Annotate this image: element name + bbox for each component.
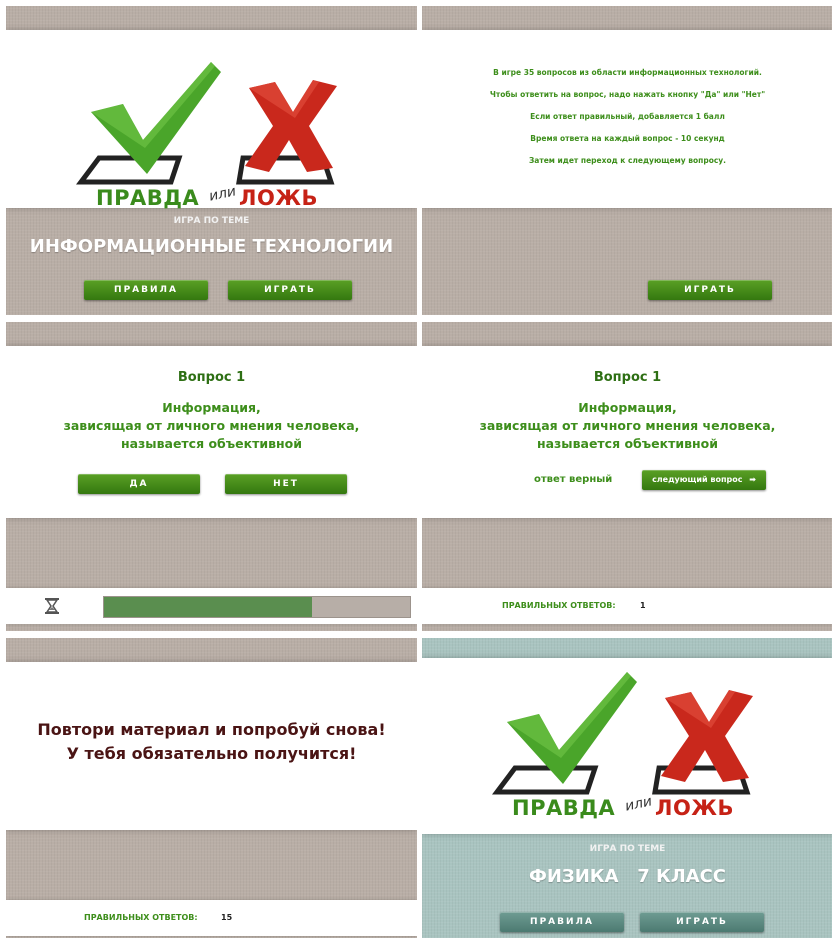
retry-message-line-2: У тебя обязательно получится! — [66, 744, 357, 763]
question-line-3: называется объективной — [536, 436, 719, 451]
arrow-right-icon: ➡ — [749, 475, 756, 484]
slide-title-it: ПРАВДА или ЛОЖЬ ИГРА ПО ТЕМЕ ИНФОРМАЦИОН… — [6, 6, 417, 315]
play-button[interactable]: ИГРАТЬ — [228, 280, 352, 300]
slide-result: Повтори материал и попробуй снова! У теб… — [6, 638, 417, 938]
play-button[interactable]: ИГРАТЬ — [640, 912, 764, 932]
rule-line-3: Если ответ правильный, добавляется 1 бал… — [530, 112, 725, 121]
game-subtitle: ИГРА ПО ТЕМЕ — [589, 844, 666, 854]
question-line-1: Информация, — [578, 400, 677, 415]
rules-panel: В игре 35 вопросов из области информацио… — [422, 30, 832, 208]
slide-question: Вопрос 1 Информация, зависящая от личног… — [6, 322, 417, 631]
logo-panel: ПРАВДА или ЛОЖЬ — [6, 30, 417, 210]
game-title: ФИЗИКА 7 КЛАСС — [528, 866, 726, 887]
slide-rules: В игре 35 вопросов из области информацио… — [422, 6, 832, 315]
timer-bar — [103, 596, 411, 618]
rule-line-4: Время ответа на каждый вопрос - 10 секун… — [530, 134, 725, 143]
question-line-1: Информация, — [162, 400, 261, 415]
logo-word-false: ЛОЖЬ — [655, 796, 735, 820]
logo-word-true: ПРАВДА — [512, 796, 616, 820]
logo-graphic — [492, 672, 753, 795]
answer-panel: Вопрос 1 Информация, зависящая от личног… — [422, 346, 832, 518]
score-strip: ПРАВИЛЬНЫХ ОТВЕТОВ: 1 — [422, 588, 832, 624]
yes-button[interactable]: ДА — [78, 474, 200, 494]
score-strip: ПРАВИЛЬНЫХ ОТВЕТОВ: 15 — [6, 900, 417, 936]
hourglass-icon — [45, 598, 59, 614]
rule-line-2: Чтобы ответить на вопрос, надо нажать кн… — [489, 90, 766, 99]
logo: ПРАВДА или ЛОЖЬ — [61, 54, 361, 224]
checkbox-left — [76, 155, 183, 185]
question-line-3: называется объективной — [120, 436, 303, 451]
retry-message-line-1: Повтори материал и попробуй снова! — [37, 720, 386, 739]
correct-answers-value: 1 — [640, 601, 646, 610]
rule-line-5: Затем идет переход к следующему вопросу. — [528, 156, 727, 165]
timer-bar-fill — [104, 597, 313, 617]
result-panel: Повтори материал и попробуй снова! У теб… — [6, 662, 417, 830]
question-line-2: зависящая от личного мнения человека, — [63, 418, 360, 433]
logo-word-false: ЛОЖЬ — [239, 186, 319, 210]
game-subtitle: ИГРА ПО ТЕМЕ — [173, 216, 250, 226]
slide-answer: Вопрос 1 Информация, зависящая от личног… — [422, 322, 832, 631]
question-title: Вопрос 1 — [177, 370, 246, 385]
correct-answers-value: 15 — [221, 913, 233, 922]
game-title: ИНФОРМАЦИОННЫЕ ТЕХНОЛОГИИ — [29, 236, 394, 257]
logo: ПРАВДА или ЛОЖЬ — [477, 664, 777, 834]
question-panel: Вопрос 1 Информация, зависящая от личног… — [6, 346, 417, 518]
no-button[interactable]: НЕТ — [225, 474, 347, 494]
timer-strip — [6, 588, 417, 624]
rules-button[interactable]: ПРАВИЛА — [500, 912, 624, 932]
logo-panel: ПРАВДА или ЛОЖЬ — [422, 658, 832, 834]
rules-button[interactable]: ПРАВИЛА — [84, 280, 208, 300]
answer-status: ответ верный — [534, 474, 613, 485]
correct-answers-label: ПРАВИЛЬНЫХ ОТВЕТОВ: — [84, 913, 198, 922]
rule-line-1: В игре 35 вопросов из области информацио… — [493, 68, 762, 77]
next-question-button[interactable]: следующий вопрос ➡ — [642, 470, 766, 490]
play-button[interactable]: ИГРАТЬ — [648, 280, 772, 300]
next-question-label: следующий вопрос — [652, 475, 743, 484]
slide-title-physics: ПРАВДА или ЛОЖЬ ИГРА ПО ТЕМЕ ФИЗИКА 7 КЛ… — [422, 638, 832, 938]
logo-graphic — [76, 62, 337, 185]
question-line-2: зависящая от личного мнения человека, — [479, 418, 776, 433]
correct-answers-label: ПРАВИЛЬНЫХ ОТВЕТОВ: — [502, 601, 616, 610]
question-title: Вопрос 1 — [593, 370, 662, 385]
logo-word-true: ПРАВДА — [96, 186, 200, 210]
checkbox-left — [492, 765, 599, 795]
